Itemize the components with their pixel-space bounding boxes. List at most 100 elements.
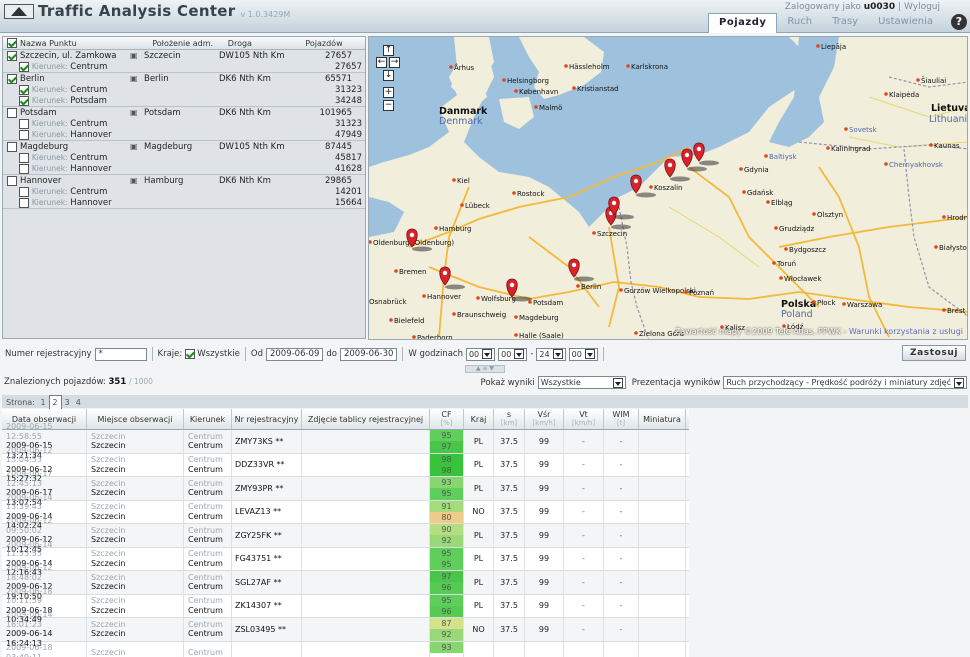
page-link[interactable]: 1 — [37, 396, 48, 409]
tab-pojazdy[interactable]: Pojazdy — [708, 13, 778, 33]
direction-row[interactable]: Kierunek: Centrum 14201 — [3, 186, 365, 197]
plate-photo[interactable] — [302, 594, 430, 617]
table-row[interactable]: 2009-06-12 15:04:53 2009-06-12 15:27:32 Sz… — [2, 446, 689, 483]
hour-from-select[interactable]: 00 — [465, 347, 496, 361]
plate-photo[interactable] — [302, 524, 430, 547]
point-checkbox[interactable] — [7, 73, 17, 84]
plate-number[interactable]: ZSL03495 ** — [232, 618, 302, 641]
minute-from-select[interactable]: 00 — [498, 347, 528, 361]
plate-number[interactable]: FG43751 ** — [232, 547, 302, 570]
point-checkbox[interactable] — [7, 141, 17, 152]
hour-to-select[interactable]: 24 — [536, 347, 566, 361]
map-terms-link[interactable]: Warunki korzystania z usługi — [849, 327, 963, 336]
plate-photo[interactable] — [302, 618, 430, 641]
column-header[interactable]: Vśr [km/h] — [525, 409, 564, 429]
table-row[interactable]: 2009-06-17 12:45:13 2009-06-17 13:07:54 Sz… — [2, 469, 689, 507]
select-all-checkbox[interactable] — [7, 38, 17, 48]
plate-photo[interactable] — [302, 477, 430, 500]
direction-row[interactable]: Kierunek: Centrum 31323 — [3, 84, 365, 95]
table-row[interactable]: 2009-06-14 16:01:23 2009-06-14 16:24:13 Sz… — [2, 610, 689, 648]
point-checkbox[interactable] — [7, 107, 17, 118]
column-header[interactable]: WIM [t] — [604, 409, 639, 429]
to-date-input[interactable]: 2009-06-30 — [339, 347, 398, 361]
direction-checkbox[interactable] — [18, 163, 29, 174]
plate-photo[interactable] — [302, 500, 430, 523]
thumbnail[interactable] — [639, 500, 686, 523]
country-all-checkbox[interactable] — [185, 349, 196, 359]
page-link[interactable]: 3 — [62, 396, 73, 409]
thumbnail[interactable] — [639, 594, 686, 617]
plate-number[interactable]: ZK14307 ** — [232, 594, 302, 617]
direction-row[interactable]: Kierunek: Hannover 41628 — [3, 163, 365, 174]
map-pan-left-button[interactable]: ← — [376, 57, 387, 68]
direction-row[interactable]: Kierunek: Potsdam 34248 — [3, 95, 365, 106]
tab-trasy[interactable]: Trasy — [822, 13, 868, 33]
direction-checkbox[interactable] — [18, 61, 29, 72]
thumbnail[interactable] — [639, 524, 686, 547]
point-row[interactable]: Szczecin, ul. Zamkowa ▣ Szczecin DW105 Nth … — [3, 50, 365, 61]
page-link[interactable]: 2 — [48, 395, 62, 410]
column-header[interactable]: CF [%] — [430, 409, 464, 429]
thumbnail[interactable] — [639, 571, 686, 594]
point-checkbox[interactable] — [7, 50, 17, 61]
column-header[interactable]: Miniatura — [639, 409, 686, 429]
map-view[interactable]: Liepāja Århus Hässleholm Karlskrona Helsingb… — [368, 36, 968, 340]
column-header[interactable]: s [km] — [494, 409, 525, 429]
table-row[interactable]: 2009-06-18 03:49:11SzczecinCentrum 93 — [2, 641, 689, 657]
map-zoom-in-button[interactable]: + — [383, 87, 394, 98]
plate-number[interactable]: DDZ33VR ** — [232, 453, 302, 476]
point-row[interactable]: Hannover ▣ Hamburg DK6 Nth Km 29865 — [3, 175, 365, 186]
direction-row[interactable]: Kierunek: Hannover 15664 — [3, 197, 365, 208]
plate-number[interactable]: ZGY25FK ** — [232, 524, 302, 547]
point-row[interactable]: Berlin ▣ Berlin DK6 Nth Km 65571 — [3, 73, 365, 84]
direction-row[interactable]: Kierunek: Hannover 47949 — [3, 129, 365, 140]
column-header[interactable]: Zdjęcie tablicy rejestracyjnej — [302, 409, 430, 429]
plate-photo[interactable] — [302, 641, 430, 657]
point-row[interactable]: Magdeburg ▣ Magdeburg DW105 Nth Km 87445 — [3, 141, 365, 152]
direction-checkbox[interactable] — [18, 118, 29, 129]
minute-to-select[interactable]: 00 — [568, 347, 598, 361]
thumbnail[interactable] — [639, 547, 686, 570]
plate-input[interactable]: * — [94, 347, 147, 361]
from-date-input[interactable]: 2009-06-09 — [265, 347, 324, 361]
tab-ustawienia[interactable]: Ustawienia — [868, 13, 943, 33]
apply-button[interactable]: Zastosuj — [902, 345, 966, 361]
page-link[interactable]: 4 — [73, 396, 84, 409]
thumbnail[interactable] — [639, 641, 686, 657]
direction-checkbox[interactable] — [18, 84, 29, 95]
column-header[interactable]: Miejsce obserwacji — [87, 409, 184, 429]
panel-resize-handle[interactable]: ▲ ≡ ▼ — [465, 365, 505, 373]
show-select[interactable]: Wszystkie — [537, 376, 626, 389]
table-row[interactable]: 2009-06-14 11:53:55 2009-06-14 12:16:43 Sz… — [2, 540, 689, 577]
table-row[interactable]: 2009-06-12 09:50:02 2009-06-12 10:12:45 Sz… — [2, 516, 689, 554]
plate-number[interactable] — [232, 641, 302, 657]
column-header[interactable]: Kraj — [464, 409, 494, 429]
map-pan-right-button[interactable]: → — [389, 57, 400, 68]
help-icon[interactable]: ? — [951, 14, 967, 30]
plate-number[interactable]: ZMY93PR ** — [232, 477, 302, 500]
direction-checkbox[interactable] — [18, 129, 29, 140]
table-row[interactable]: 2009-06-12 18:48:02 2009-06-12 19:10:50 Sz… — [2, 563, 689, 601]
column-header[interactable]: Vt [km/h] — [564, 409, 604, 429]
direction-row[interactable]: Kierunek: Centrum 27657 — [3, 61, 365, 72]
table-row[interactable]: 2009-06-18 10:11:59 2009-06-18 10:34:49 Sz… — [2, 587, 689, 624]
plate-photo[interactable] — [302, 453, 430, 476]
plate-number[interactable]: SGL27AF ** — [232, 571, 302, 594]
map-zoom-out-button[interactable]: − — [383, 100, 394, 111]
plate-photo[interactable] — [302, 430, 430, 453]
thumbnail[interactable] — [639, 430, 686, 453]
direction-checkbox[interactable] — [18, 197, 29, 208]
present-select[interactable]: Ruch przychodzący - Prędkość podróży i m… — [723, 376, 967, 389]
map-pan-down-button[interactable]: ↓ — [383, 70, 394, 81]
direction-checkbox[interactable] — [18, 152, 29, 163]
point-checkbox[interactable] — [7, 175, 17, 186]
thumbnail[interactable] — [639, 453, 686, 476]
camera-icon[interactable]: ▣ — [130, 108, 144, 117]
logout-link[interactable]: Wyloguj — [904, 2, 940, 12]
camera-icon[interactable]: ▣ — [130, 142, 144, 151]
column-header[interactable]: Nr rejestracyjny — [232, 409, 302, 429]
tab-ruch[interactable]: Ruch — [777, 13, 822, 33]
thumbnail[interactable] — [639, 477, 686, 500]
column-header[interactable]: Kierunek — [184, 409, 232, 429]
direction-row[interactable]: Kierunek: Centrum 45817 — [3, 152, 365, 163]
